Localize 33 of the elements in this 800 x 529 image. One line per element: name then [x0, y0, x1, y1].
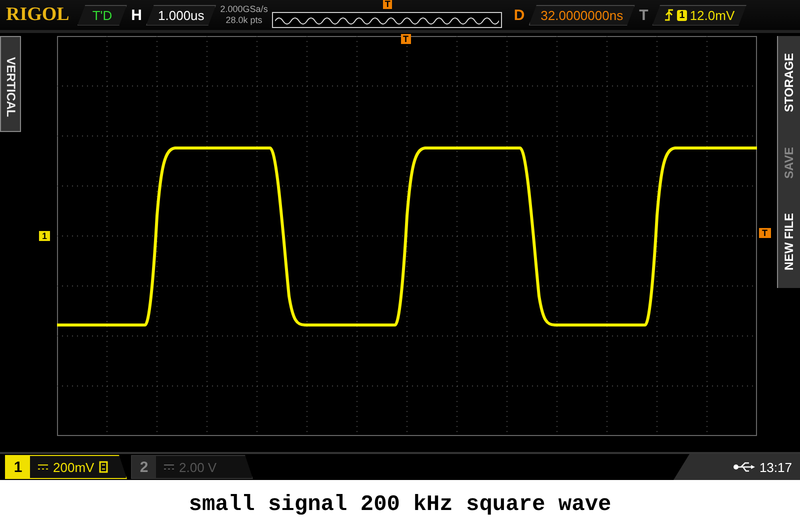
trigger-readout[interactable]: 1 12.0mV — [652, 4, 747, 26]
trigger-position-marker: T — [382, 0, 392, 9]
clock-time: 13:17 — [759, 460, 792, 474]
trigger-label: T — [639, 6, 648, 24]
trigger-source: 1 — [677, 10, 687, 20]
vertical-tab[interactable]: VERTICAL — [0, 36, 21, 132]
sample-rate: 2.000GSa/s — [220, 4, 268, 15]
channel-scale: 200mV — [53, 460, 94, 474]
channel-offset-marker: 1 — [39, 231, 50, 241]
caption: small signal 200 kHz square wave — [188, 491, 612, 519]
bandwidth-limit-icon — [99, 461, 108, 473]
timebase-readout[interactable]: 1.000us — [146, 4, 216, 26]
trigger-level: 12.0mV — [690, 8, 735, 22]
dc-coupling-icon — [164, 464, 174, 470]
horizontal-label: H — [131, 6, 142, 24]
channel-number: 1 — [6, 456, 30, 478]
delay-label: D — [514, 6, 525, 24]
run-status: T'D — [77, 4, 128, 26]
trigger-level-marker: T — [759, 228, 770, 238]
channel-tab[interactable]: 2 2.00 V — [131, 455, 253, 479]
channel-scale: 2.00 V — [179, 460, 217, 474]
channel-number: 2 — [132, 456, 156, 478]
memory-depth: 28.0k pts — [226, 15, 262, 26]
menu-item[interactable]: STORAGE — [782, 53, 796, 112]
dc-coupling-icon — [38, 464, 48, 470]
channel-tab[interactable]: 1 200mV — [5, 455, 127, 479]
rising-edge-icon — [664, 9, 674, 21]
delay-readout[interactable]: 32.0000000ns — [528, 4, 636, 26]
trigger-position-marker: T — [401, 34, 410, 44]
usb-icon — [733, 462, 756, 472]
brand-logo: RIGOL — [6, 4, 70, 26]
menu-item[interactable]: NEW FILE — [782, 213, 796, 271]
overview-wave-icon — [274, 15, 499, 25]
